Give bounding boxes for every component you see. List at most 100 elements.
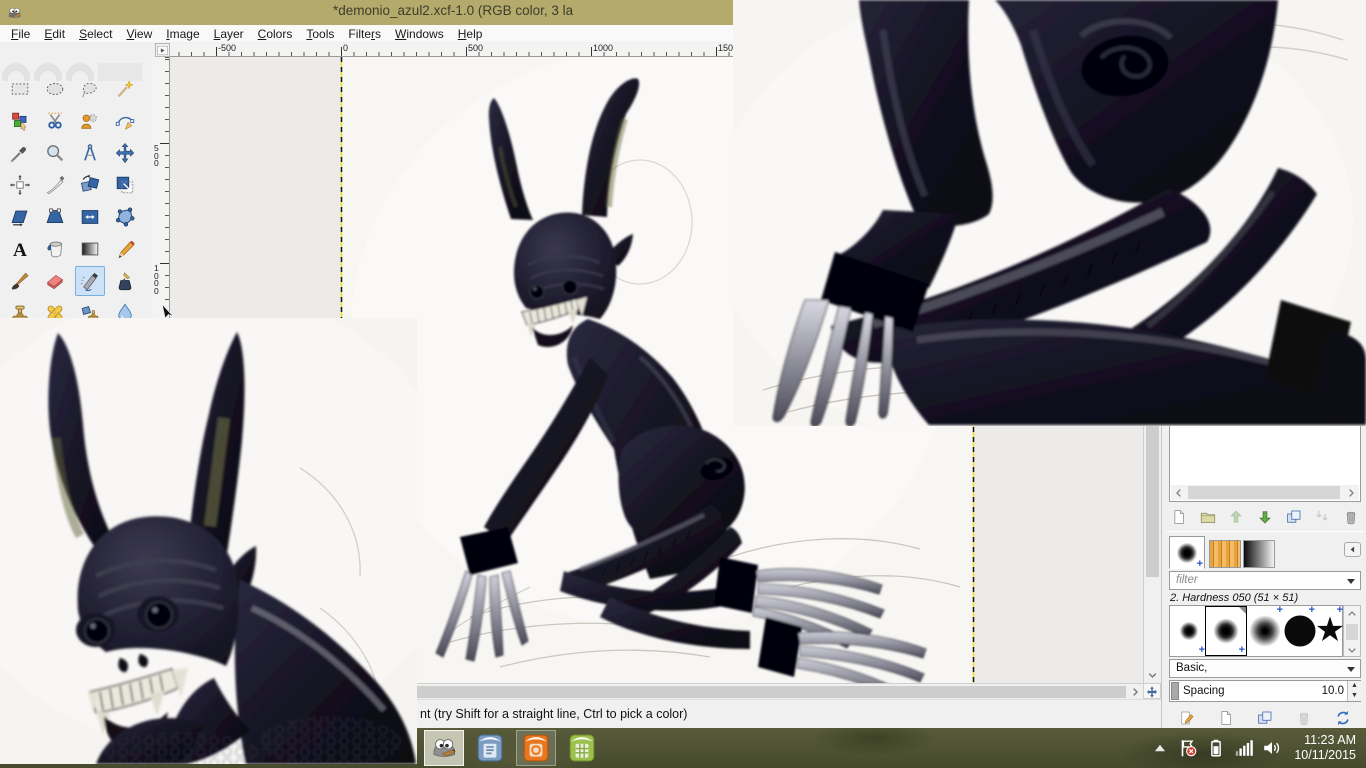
menu-image[interactable]: Image [159,26,206,42]
text-icon: A [9,238,31,260]
menu-help[interactable]: Help [451,26,490,42]
spacing-slider[interactable]: Spacing 10.0 ▲ ▼ [1169,680,1361,702]
scroll-right-button[interactable] [1343,485,1359,500]
taskbar-app-openoffice-impress[interactable] [516,730,556,766]
image-list-scrollbar[interactable] [1171,485,1359,500]
taskbar-app-openoffice-calc[interactable] [562,730,602,766]
tool-select-by-color[interactable] [5,106,35,136]
scroll-down-button[interactable] [1344,642,1360,656]
brush-category-dropdown[interactable]: Basic, [1169,659,1361,678]
delete-trash-button[interactable] [1340,506,1362,528]
new-image-button[interactable] [1168,506,1190,528]
image-list-panel[interactable] [1169,424,1361,502]
brush-in-use-marker [1239,607,1246,614]
brush-hardness-050[interactable]: + [1206,607,1246,655]
tool-align[interactable] [5,170,35,200]
raise-button[interactable] [1225,506,1247,528]
tray-show-hidden-icons[interactable] [1149,737,1171,759]
tool-pencil[interactable] [110,234,140,264]
ellipse-select-icon [44,78,66,100]
cage-transform-icon [114,206,136,228]
dock-menu-button[interactable] [1344,542,1361,557]
menu-file[interactable]: File [4,26,37,42]
tool-flip[interactable] [75,202,105,232]
menu-colors[interactable]: Colors [251,26,300,42]
brush-scroll-thumb[interactable] [1346,624,1358,640]
tool-crop[interactable] [40,170,70,200]
tab-brushes[interactable]: + [1169,536,1205,569]
gradient-icon [79,238,101,260]
tool-rectangle-select[interactable] [5,74,35,104]
taskbar-app-openoffice-writer[interactable] [470,730,510,766]
tray-volume[interactable] [1261,737,1283,759]
window-title: *demonio_azul2.xcf-1.0 (RGB color, 3 la [333,3,573,18]
tool-measure[interactable] [75,138,105,168]
filter-placeholder: filter [1176,574,1198,586]
tool-paintbrush[interactable] [5,266,35,296]
tray-action-center-flag[interactable] [1177,737,1199,759]
tool-free-select[interactable] [75,74,105,104]
tool-bucket-fill[interactable] [40,234,70,264]
menu-layer[interactable]: Layer [207,26,251,42]
tool-zoom[interactable] [40,138,70,168]
spin-up-button[interactable]: ▲ [1348,681,1361,691]
duplicate-button[interactable] [1283,506,1305,528]
menu-select[interactable]: Select [72,26,119,42]
tool-move[interactable] [110,138,140,168]
tool-ink[interactable] [110,266,140,296]
edit-brush-button[interactable] [1176,707,1198,729]
tool-scissors-select[interactable] [40,106,70,136]
brush-filter-input[interactable]: filter [1169,571,1361,590]
hruler-label: -500 [218,43,236,53]
tab-gradients[interactable] [1243,540,1275,568]
tool-airbrush[interactable] [75,266,105,296]
duplicate-button[interactable] [1254,707,1276,729]
brush-hardness-small[interactable]: + [1172,607,1206,655]
spacing-slider-thumb[interactable] [1171,682,1179,700]
tool-paths[interactable] [110,106,140,136]
scroll-up-button[interactable] [1344,606,1360,620]
tool-eraser[interactable] [40,266,70,296]
scroll-right-button[interactable] [1127,684,1143,700]
refresh-button[interactable] [1332,707,1354,729]
image-list-scroll-thumb[interactable] [1188,486,1340,499]
brush-list: ++++★+ [1169,605,1343,657]
menu-filters[interactable]: Filters [341,26,388,42]
tab-patterns[interactable] [1209,540,1241,568]
new-image-button[interactable] [1215,707,1237,729]
soft-dot-brush-icon [1213,618,1240,645]
tool-gradient[interactable] [75,234,105,264]
tool-perspective[interactable] [40,202,70,232]
taskbar-clock[interactable]: 11:23 AM 10/11/2015 [1294,733,1356,763]
ruler-corner-button[interactable] [155,43,170,57]
lower-button[interactable] [1254,506,1276,528]
scroll-down-button[interactable] [1144,667,1161,683]
canvas-pan-button[interactable] [1143,683,1161,699]
tool-ellipse-select[interactable] [40,74,70,104]
import-arrows-button[interactable] [1311,506,1333,528]
tool-scale[interactable] [110,170,140,200]
menu-edit[interactable]: Edit [37,26,72,42]
scroll-left-button[interactable] [1171,485,1187,500]
tool-text[interactable]: A [5,234,35,264]
menu-tools[interactable]: Tools [299,26,341,42]
tool-rotate[interactable] [75,170,105,200]
tool-fuzzy-select[interactable] [110,74,140,104]
taskbar-app-gimp[interactable] [424,730,464,766]
open-folder-button[interactable] [1197,506,1219,528]
brush-list-scrollbar[interactable] [1343,605,1361,657]
tool-shear[interactable] [5,202,35,232]
brush-hardness-large[interactable]: + [1246,607,1284,655]
spin-down-button[interactable]: ▼ [1348,691,1361,701]
hscroll-thumb[interactable] [298,686,1126,698]
tray-battery[interactable] [1205,737,1227,759]
menu-windows[interactable]: Windows [388,26,451,42]
brush-star[interactable]: ★+ [1316,607,1344,655]
tool-cage-transform[interactable] [110,202,140,232]
tool-color-picker[interactable] [5,138,35,168]
menu-view[interactable]: View [119,26,159,42]
brush-solid-circle[interactable]: + [1284,607,1316,655]
delete-trash-button[interactable] [1293,707,1315,729]
tray-network-signal[interactable] [1233,737,1255,759]
tool-foreground-select[interactable] [75,106,105,136]
